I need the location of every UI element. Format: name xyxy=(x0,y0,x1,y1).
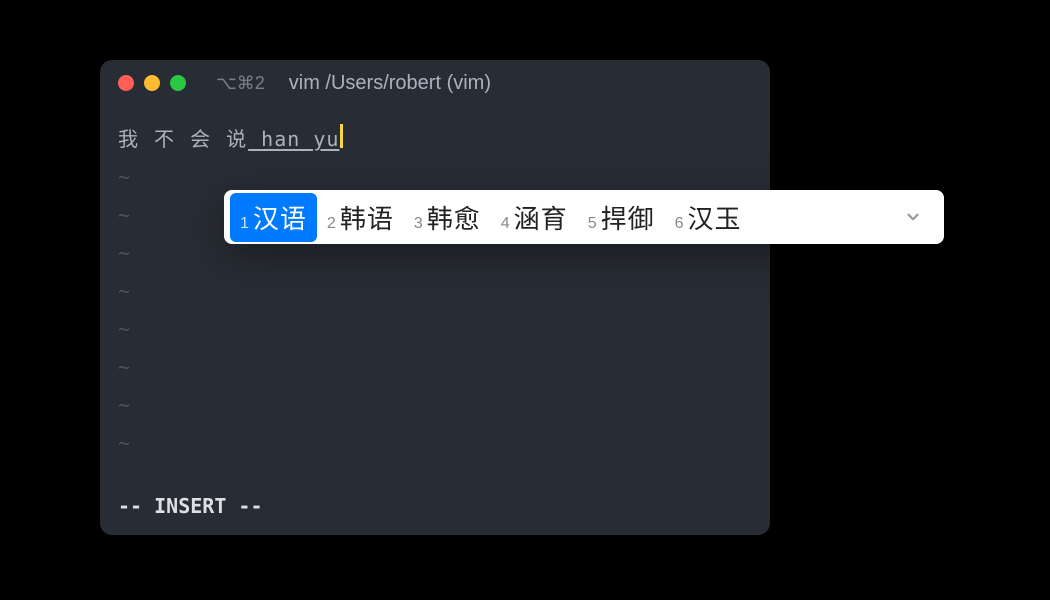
typed-text: 我 不 会 说 xyxy=(118,120,248,158)
candidate-number: 3 xyxy=(414,215,423,233)
ime-candidate-popup[interactable]: 1汉语2韩语3韩愈4涵育5捍御6汉玉 xyxy=(224,190,944,244)
shortcut-label: ⌥⌘2 xyxy=(216,73,265,94)
ime-candidate[interactable]: 5捍御 xyxy=(578,193,665,242)
editor-area[interactable]: 我 不 会 说 han yu ~ ~ ~ ~ ~ ~ ~ ~ -- INSERT… xyxy=(100,106,770,535)
empty-line-tilde: ~ xyxy=(118,348,752,386)
composing-text: han yu xyxy=(248,120,339,158)
text-cursor xyxy=(340,124,343,148)
empty-line-tilde: ~ xyxy=(118,310,752,348)
chevron-down-icon[interactable] xyxy=(896,208,938,226)
ime-candidate[interactable]: 6汉玉 xyxy=(665,193,752,242)
candidate-number: 2 xyxy=(327,215,336,233)
traffic-lights xyxy=(118,75,186,91)
ime-candidate[interactable]: 2韩语 xyxy=(317,193,404,242)
ime-candidate[interactable]: 4涵育 xyxy=(491,193,578,242)
candidate-text: 涵育 xyxy=(514,199,568,236)
empty-line-tilde: ~ xyxy=(118,272,752,310)
close-button[interactable] xyxy=(118,75,134,91)
candidate-text: 捍御 xyxy=(601,199,655,236)
titlebar: ⌥⌘2 vim /Users/robert (vim) xyxy=(100,60,770,106)
vim-mode-status: -- INSERT -- xyxy=(118,487,263,525)
candidate-number: 1 xyxy=(240,215,249,233)
maximize-button[interactable] xyxy=(170,75,186,91)
candidate-text: 韩愈 xyxy=(427,199,481,236)
candidate-text: 韩语 xyxy=(340,199,394,236)
terminal-window: ⌥⌘2 vim /Users/robert (vim) 我 不 会 说 han … xyxy=(100,60,770,535)
candidate-number: 4 xyxy=(501,215,510,233)
window-title: vim /Users/robert (vim) xyxy=(289,72,491,95)
editor-line: 我 不 会 说 han yu xyxy=(118,120,752,158)
empty-line-tilde: ~ xyxy=(118,424,752,462)
candidate-text: 汉语 xyxy=(253,199,307,236)
minimize-button[interactable] xyxy=(144,75,160,91)
candidate-number: 6 xyxy=(675,215,684,233)
candidate-number: 5 xyxy=(588,215,597,233)
empty-line-tilde: ~ xyxy=(118,386,752,424)
ime-candidate[interactable]: 3韩愈 xyxy=(404,193,491,242)
ime-candidate[interactable]: 1汉语 xyxy=(230,193,317,242)
candidate-text: 汉玉 xyxy=(688,199,742,236)
